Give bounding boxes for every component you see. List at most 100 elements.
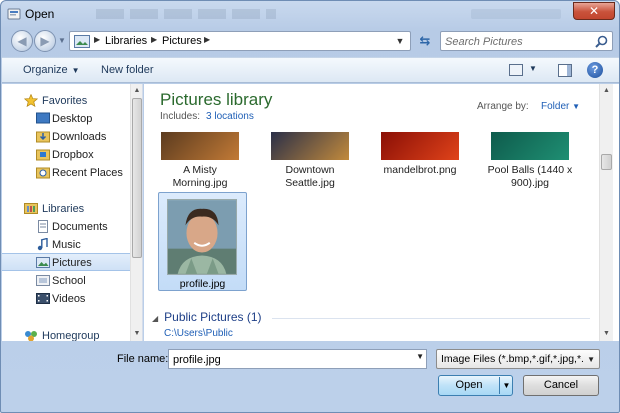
library-includes: Includes: 3 locations [160,111,254,122]
breadcrumb-separator[interactable]: ▶ [94,35,100,44]
back-button[interactable]: ◀ [11,30,33,52]
open-options-dropdown-icon[interactable]: ▼ [501,376,512,395]
close-button[interactable]: ✕ [573,2,615,20]
arrange-by-dropdown[interactable]: Folder ▼ [541,101,580,112]
homegroup-icon [25,331,37,341]
command-bar: Organize ▼ New folder ▼ ? [2,57,619,83]
refresh-icon[interactable]: ⇆ [415,32,435,50]
sidebar-scrollbar[interactable]: ▲ ▼ [130,84,142,341]
file-name: mandelbrot.png [368,164,472,177]
navigation-bar: ◀ ▶ ▼ ▶ Libraries ▶ Pictures ▶ ▼ ⇆ [1,27,619,55]
preview-pane-icon[interactable] [558,64,572,77]
cancel-button[interactable]: Cancel [523,375,599,396]
address-bar[interactable]: ▶ Libraries ▶ Pictures ▶ ▼ [69,31,411,51]
file-item[interactable]: Pool Balls (1440 x 900).jpg [478,132,576,202]
sidebar-item-label: Favorites [42,95,88,107]
chevron-down-icon: ▼ [71,66,80,75]
sidebar-scroll-thumb[interactable] [132,98,142,258]
organize-button[interactable]: Organize ▼ [23,64,80,76]
address-dropdown-icon[interactable]: ▼ [392,33,408,49]
search-icon[interactable] [595,35,608,48]
sidebar-item-libraries[interactable]: Libraries [2,200,130,218]
sidebar-item-recent-places[interactable]: Recent Places [2,164,130,182]
sidebar-item-label: Documents [52,221,108,233]
music-icon [37,238,48,251]
navigation-pane: Favorites Desktop Downloads Dropbox Rece… [2,84,143,341]
sidebar-item-label: Videos [52,293,86,305]
title-bar-ghost [96,9,276,19]
file-name-dropdown-icon[interactable]: ▼ [416,352,424,361]
change-view-icon[interactable] [509,64,523,76]
sidebar-item-homegroup[interactable]: Homegroup [2,327,130,341]
file-name: Downtown Seattle.jpg [258,164,362,190]
file-list-scrollbar[interactable]: ▲ ▼ [599,84,613,341]
breadcrumb-separator[interactable]: ▶ [204,35,210,44]
file-name-line: Morning.jpg [172,177,228,189]
forward-button[interactable]: ▶ [34,30,56,52]
documents-icon [38,220,48,233]
library-title: Pictures library [160,90,273,109]
scroll-up-icon[interactable]: ▲ [131,85,142,97]
scroll-up-icon[interactable]: ▲ [600,85,613,97]
file-name-line: Downtown [285,164,335,176]
search-box[interactable] [440,31,613,51]
videos-icon [36,293,50,304]
breadcrumb-pictures[interactable]: Pictures [162,35,202,47]
file-list-pane: Pictures library Includes: 3 locations Ar… [144,84,619,341]
file-name: Pool Balls (1440 x 900).jpg [478,164,582,190]
scroll-down-icon[interactable]: ▼ [131,328,142,340]
locations-link[interactable]: 3 locations [206,111,254,122]
sidebar-item-pictures[interactable]: Pictures [2,253,130,271]
sidebar-item-downloads[interactable]: Downloads [2,128,130,146]
image-thumbnail [161,132,239,160]
sidebar-item-music[interactable]: Music [2,236,130,254]
sidebar-item-dropbox[interactable]: Dropbox [2,146,130,164]
file-name-input[interactable] [173,352,407,367]
sidebar-item-label: Music [52,239,81,251]
sidebar-item-desktop[interactable]: Desktop [2,110,130,128]
file-item-selected[interactable]: profile.jpg [158,192,247,291]
desktop-icon [36,112,50,124]
file-name-combobox[interactable]: ▼ [168,349,427,369]
school-library-icon [36,275,50,286]
sidebar-item-documents[interactable]: Documents [2,218,130,236]
file-item[interactable]: Downtown Seattle.jpg [258,132,356,202]
breadcrumb-separator[interactable]: ▶ [151,35,157,44]
file-name-line: Pool Balls (1440 x [487,164,573,176]
sidebar-item-label: Dropbox [52,149,94,161]
search-input[interactable] [445,34,591,49]
sidebar-item-videos[interactable]: Videos [2,290,130,308]
sidebar-item-label: Recent Places [52,167,123,179]
group-path: C:\Users\Public [164,328,233,339]
file-name-label: File name: [117,353,169,365]
file-type-dropdown-icon[interactable]: ▼ [587,355,595,364]
includes-label: Includes: [160,111,201,122]
public-pictures-group-header[interactable]: ◢ Public Pictures (1) [152,310,262,324]
image-thumbnail [491,132,569,160]
file-item[interactable]: mandelbrot.png [368,132,466,202]
breadcrumb-libraries[interactable]: Libraries [105,35,147,47]
profile-photo-thumbnail [167,199,237,275]
view-options-dropdown-icon[interactable]: ▼ [529,64,537,73]
scroll-down-icon[interactable]: ▼ [600,328,613,340]
sidebar-item-school[interactable]: School [2,272,130,290]
file-type-select[interactable]: Image Files (*.bmp,*.gif,*.jpg,*. ▼ [436,349,600,369]
dropbox-folder-icon [36,149,50,161]
sidebar-item-favorites[interactable]: Favorites [2,92,130,110]
pictures-library-icon [74,35,90,48]
sidebar-item-label: Libraries [42,203,85,215]
recent-pages-dropdown-icon[interactable]: ▼ [58,36,66,45]
open-button[interactable]: Open ▼ [438,375,513,396]
help-icon[interactable]: ? [587,62,603,78]
new-folder-button[interactable]: New folder [101,64,154,76]
open-dialog: Open ✕ ◀ ▶ ▼ ▶ Libraries ▶ Pictures ▶ ▼ … [0,0,620,413]
pictures-icon [36,257,50,268]
collapse-triangle-icon[interactable]: ◢ [152,314,158,323]
file-name-line: 900).jpg [511,177,549,189]
split-divider [499,377,500,394]
image-thumbnail [381,132,459,160]
sidebar-item-label: Desktop [52,113,93,125]
file-list-scroll-thumb[interactable] [601,154,612,170]
sidebar-item-label: Downloads [52,131,107,143]
file-type-value: Image Files (*.bmp,*.gif,*.jpg,*. [441,353,584,365]
